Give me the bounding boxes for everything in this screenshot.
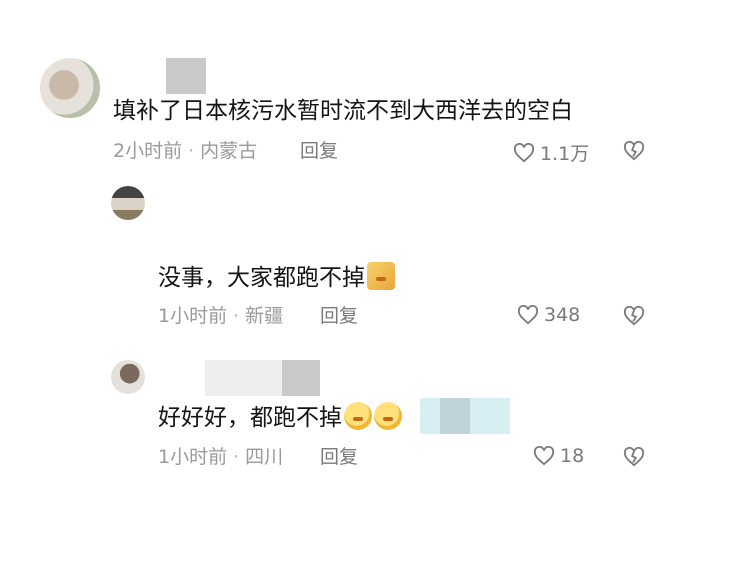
broken-heart-icon xyxy=(623,306,645,326)
heart-outline-icon xyxy=(513,142,535,162)
comment-meta: 1小时前 · 新疆 xyxy=(158,305,284,327)
username-redacted xyxy=(166,58,206,94)
comment-location: 新疆 xyxy=(245,305,284,327)
like-button[interactable]: 348 xyxy=(517,304,580,326)
comment-time: 1小时前 xyxy=(158,446,228,468)
heart-outline-icon xyxy=(533,446,555,466)
comment-text: 没事，大家都跑不掉 xyxy=(158,262,395,293)
comment-meta: 1小时前 · 四川 xyxy=(158,446,284,468)
heart-outline-icon xyxy=(517,305,539,325)
reply-button[interactable]: 回复 xyxy=(320,304,358,328)
avatar[interactable] xyxy=(111,360,145,394)
face-emoji-icon xyxy=(374,402,402,430)
comment-location: 四川 xyxy=(245,446,284,468)
username-redacted xyxy=(205,360,285,396)
face-emoji-icon xyxy=(367,262,395,290)
like-count: 348 xyxy=(544,304,581,326)
avatar[interactable] xyxy=(111,186,145,220)
reply-button[interactable]: 回复 xyxy=(300,139,338,163)
reply-button[interactable]: 回复 xyxy=(320,445,358,469)
comment-time: 1小时前 xyxy=(158,305,228,327)
redacted-area xyxy=(440,398,470,434)
username-redacted xyxy=(282,360,320,396)
like-button[interactable]: 18 xyxy=(533,445,584,467)
like-button[interactable]: 1.1万 xyxy=(513,139,589,166)
avatar[interactable] xyxy=(40,58,100,118)
comment-time: 2小时前 xyxy=(113,140,183,162)
like-count: 18 xyxy=(560,445,585,467)
dislike-button[interactable] xyxy=(623,141,645,161)
like-count: 1.1万 xyxy=(540,143,590,165)
comment-text: 好好好，都跑不掉 xyxy=(158,402,402,433)
comment-meta: 2小时前 · 内蒙古 xyxy=(113,140,258,162)
dislike-button[interactable] xyxy=(623,447,645,467)
comment-location: 内蒙古 xyxy=(200,140,258,162)
face-emoji-icon xyxy=(344,402,372,430)
broken-heart-icon xyxy=(623,141,645,161)
comment-text: 填补了日本核污水暂时流不到大西洋去的空白 xyxy=(113,98,573,124)
dislike-button[interactable] xyxy=(623,306,645,326)
broken-heart-icon xyxy=(623,447,645,467)
